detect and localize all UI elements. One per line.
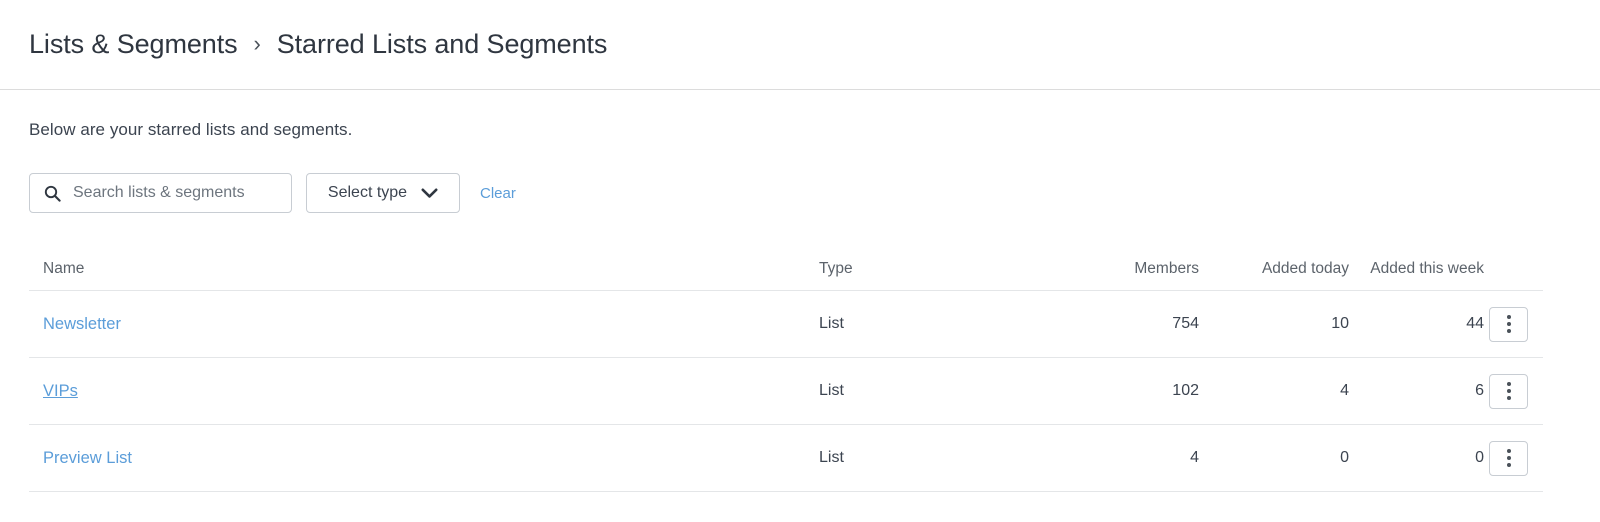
select-type-label: Select type: [327, 184, 408, 201]
clear-filters-link[interactable]: Clear: [480, 185, 516, 202]
kebab-dot: [1506, 315, 1511, 319]
chevron-down-icon: [421, 188, 438, 199]
column-header-name: Name: [43, 259, 85, 277]
column-header-members: Members: [1134, 259, 1199, 277]
row-added-this-week-cell: 6: [1475, 382, 1484, 399]
page-header: Lists & Segments › Starred Lists and Seg…: [0, 0, 1600, 90]
column-header-added-this-week: Added this week: [1370, 259, 1484, 277]
kebab-menu-icon[interactable]: [1489, 306, 1528, 342]
page-content: Below are your starred lists and segment…: [0, 120, 1600, 492]
column-header-type: Type: [819, 259, 853, 277]
list-link-newsletter[interactable]: Newsletter: [43, 315, 121, 333]
row-type-cell: List: [819, 315, 844, 332]
row-members-cell: 754: [1172, 315, 1199, 332]
row-actions-cell: [1484, 306, 1543, 342]
row-actions-cell: [1484, 373, 1543, 409]
row-added-today-cell: 4: [1340, 382, 1349, 399]
row-name-cell: Newsletter: [29, 315, 819, 334]
search-icon: [44, 185, 61, 202]
kebab-dot: [1506, 396, 1511, 400]
row-name-cell: Preview List: [29, 449, 819, 468]
table-header-row: Name Type Members Added today Added this…: [29, 247, 1543, 291]
row-added-today-cell: 10: [1331, 315, 1349, 332]
row-name-cell: VIPs: [29, 382, 819, 401]
row-members-cell: 4: [1190, 449, 1199, 466]
kebab-dot: [1506, 456, 1511, 460]
row-added-today-cell: 0: [1340, 449, 1349, 466]
list-link-vips[interactable]: VIPs: [43, 382, 78, 400]
table-row: Newsletter List 754 10 44: [29, 291, 1543, 358]
row-actions-cell: [1484, 440, 1543, 476]
kebab-dot: [1506, 322, 1511, 326]
row-members-cell: 102: [1172, 382, 1199, 399]
row-added-this-week-cell: 44: [1466, 315, 1484, 332]
list-link-preview-list[interactable]: Preview List: [43, 449, 132, 467]
table-row: VIPs List 102 4 6: [29, 358, 1543, 425]
kebab-dot: [1506, 329, 1511, 333]
kebab-menu-icon[interactable]: [1489, 373, 1528, 409]
lists-table: Name Type Members Added today Added this…: [29, 247, 1543, 492]
kebab-dot: [1506, 449, 1511, 453]
kebab-dot: [1506, 389, 1511, 393]
filter-toolbar: Select type Clear: [29, 173, 1571, 213]
kebab-menu-icon[interactable]: [1489, 440, 1528, 476]
row-type-cell: List: [819, 449, 844, 466]
select-type-dropdown[interactable]: Select type: [306, 173, 460, 213]
table-row: Preview List List 4 0 0: [29, 425, 1543, 492]
kebab-dot: [1506, 463, 1511, 467]
kebab-dot: [1506, 382, 1511, 386]
chevron-right-icon: ›: [253, 30, 261, 56]
row-added-this-week-cell: 0: [1475, 449, 1484, 466]
page-description: Below are your starred lists and segment…: [29, 120, 353, 139]
page-title: Starred Lists and Segments: [276, 29, 608, 59]
breadcrumb-parent-link[interactable]: Lists & Segments: [29, 29, 238, 60]
column-header-added-today: Added today: [1261, 259, 1349, 277]
search-box[interactable]: [29, 173, 292, 213]
row-type-cell: List: [819, 382, 844, 399]
search-input[interactable]: [73, 184, 263, 202]
breadcrumb: Lists & Segments › Starred Lists and Seg…: [29, 29, 607, 60]
